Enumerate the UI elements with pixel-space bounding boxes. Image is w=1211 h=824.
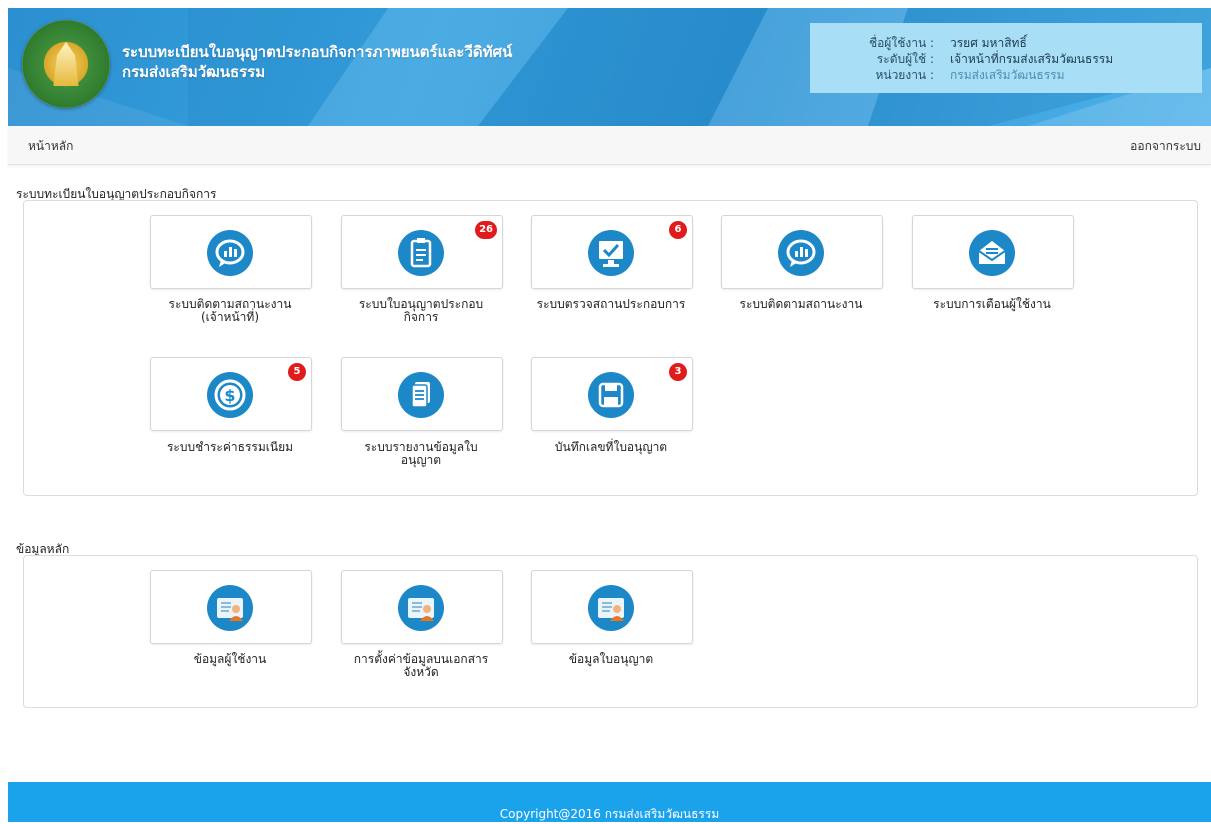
user-level-label: ระดับผู้ใช้ : — [876, 52, 934, 66]
user-name-label: ชื่อผู้ใช้งาน : — [868, 36, 934, 50]
tile-label-fee-payment: ระบบชำระค่าธรรมเนียม — [166, 440, 294, 454]
top-nav-bar: หน้าหลัก ออกจากระบบ — [8, 126, 1211, 165]
notification-badge-record-license-number: 3 — [669, 363, 687, 381]
tile-business-license[interactable]: 26 — [341, 215, 503, 289]
footer: Copyright@2016 กรมส่งเสริมวัฒนธรรม — [8, 782, 1211, 822]
tile-status-tracking-staff[interactable] — [150, 215, 312, 289]
tile-record-license-number[interactable]: 3 — [531, 357, 693, 431]
site-title-line2: กรมส่งเสริมวัฒนธรรม — [122, 63, 266, 81]
svg-text:$: $ — [224, 386, 235, 405]
section-license-system-panel: ระบบติดตามสถานะงาน (เจ้าหน้าที่) 26 ระบบใ… — [23, 200, 1198, 496]
tile-label-status-tracking: ระบบติดตามสถานะงาน — [739, 297, 863, 311]
tile-label-license-data: ข้อมูลใบอนุญาต — [568, 652, 654, 666]
tile-label-premises-inspection: ระบบตรวจสถานประกอบการ — [536, 297, 686, 311]
footer-copyright: Copyright@2016 กรมส่งเสริมวัฒนธรรม — [499, 807, 720, 821]
nav-home-link[interactable]: หน้าหลัก — [28, 137, 73, 156]
section-master-data-panel: ข้อมูลผู้ใช้งาน การตั้งค่าข้อมูลบนเอกสาร… — [23, 555, 1198, 708]
page: ระบบทะเบียนใบอนุญาตประกอบกิจการภาพยนตร์แ… — [8, 8, 1211, 822]
tile-document-settings[interactable] — [341, 570, 503, 644]
envelope-icon — [969, 230, 1015, 276]
user-name-value: วรยศ มหาสิทธิ์ — [950, 36, 1027, 50]
tile-fee-payment[interactable]: $ 5 — [150, 357, 312, 431]
user-card-icon — [207, 585, 253, 631]
site-title: ระบบทะเบียนใบอนุญาตประกอบกิจการภาพยนตร์แ… — [122, 42, 512, 82]
tile-premises-inspection[interactable]: 6 — [531, 215, 693, 289]
department-seal-logo — [22, 20, 110, 108]
user-unit-value: กรมส่งเสริมวัฒนธรรม — [950, 68, 1065, 82]
user-card-icon — [588, 585, 634, 631]
tile-label-business-license: ระบบใบอนุญาตประกอบ กิจการ — [358, 297, 484, 324]
site-title-line1: ระบบทะเบียนใบอนุญาตประกอบกิจการภาพยนตร์แ… — [122, 43, 513, 61]
tile-label-license-report: ระบบรายงานข้อมูลใบ อนุญาต — [364, 440, 478, 467]
monitor-check-icon — [588, 230, 634, 276]
chat-chart-icon — [778, 230, 824, 276]
tile-license-report[interactable] — [341, 357, 503, 431]
tile-label-status-tracking-staff: ระบบติดตามสถานะงาน (เจ้าหน้าที่) — [168, 297, 292, 324]
tile-license-data[interactable] — [531, 570, 693, 644]
tile-label-user-alerts: ระบบการเตือนผู้ใช้งาน — [933, 297, 1051, 311]
notification-badge-premises-inspection: 6 — [669, 221, 687, 239]
tile-label-document-settings: การตั้งค่าข้อมูลบนเอกสาร จังหวัด — [353, 652, 489, 679]
user-level-value: เจ้าหน้าที่กรมส่งเสริมวัฒนธรรม — [950, 52, 1114, 66]
tile-label-record-license-number: บันทึกเลขที่ใบอนุญาต — [554, 440, 668, 454]
clipboard-icon — [398, 230, 444, 276]
save-icon — [588, 372, 634, 418]
user-unit-label: หน่วยงาน : — [875, 68, 934, 82]
tile-label-user-data: ข้อมูลผู้ใช้งาน — [193, 652, 267, 666]
header-banner: ระบบทะเบียนใบอนุญาตประกอบกิจการภาพยนตร์แ… — [8, 8, 1211, 126]
user-card-icon — [398, 585, 444, 631]
tile-status-tracking[interactable] — [721, 215, 883, 289]
notification-badge-fee-payment: 5 — [288, 363, 306, 381]
nav-logout-link[interactable]: ออกจากระบบ — [1130, 137, 1201, 156]
chat-chart-icon — [207, 230, 253, 276]
dollar-icon: $ — [207, 372, 253, 418]
user-info-box: ชื่อผู้ใช้งาน : วรยศ มหาสิทธิ์ ระดับผู้ใ… — [810, 23, 1202, 93]
tile-user-alerts[interactable] — [912, 215, 1074, 289]
notification-badge-business-license: 26 — [475, 221, 497, 239]
tile-user-data[interactable] — [150, 570, 312, 644]
document-icon — [398, 372, 444, 418]
